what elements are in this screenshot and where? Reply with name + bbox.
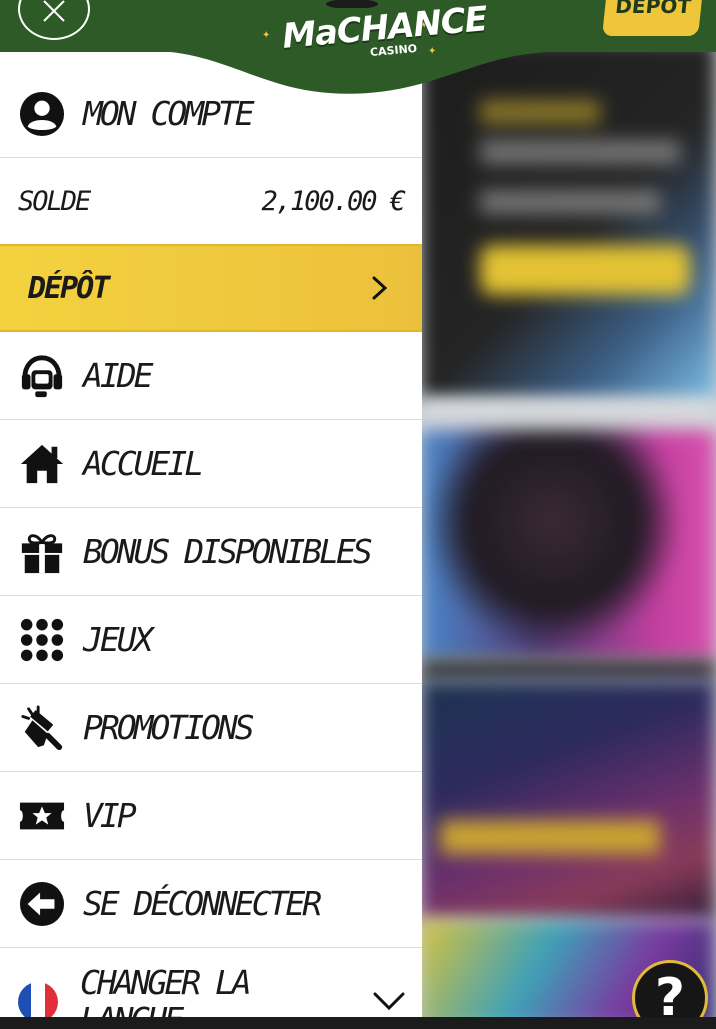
menu-item-games[interactable]: JEUX — [0, 596, 422, 684]
casino-logo[interactable]: ✦ ✦ ✦ MaCHANCE CASINO — [262, 0, 488, 70]
close-icon — [43, 0, 65, 22]
menu-item-label: VIP — [83, 796, 137, 835]
background-page — [420, 0, 716, 1029]
menu-item-label-line2: LANGUE — [80, 1000, 184, 1017]
menu-item-label: MON COMPTE — [83, 94, 255, 133]
chevron-right-icon — [372, 276, 388, 300]
logout-arrow-icon — [18, 880, 66, 928]
dots-grid-icon — [18, 616, 66, 664]
menu-item-label: ACCUEIL — [83, 444, 204, 483]
home-icon — [18, 440, 66, 488]
menu-item-label: SE DÉCONNECTER — [83, 884, 322, 923]
headset-icon — [18, 352, 66, 400]
menu-item-language[interactable]: CHANGER LA LANGUE — [0, 948, 422, 1017]
menu-item-label: AIDE — [83, 356, 154, 395]
menu-item-bonus[interactable]: BONUS DISPONIBLES — [0, 508, 422, 596]
megaphone-icon — [18, 704, 66, 752]
flag-fr-icon — [18, 982, 58, 1017]
balance-row: SOLDE 2,100.00 € — [0, 158, 422, 246]
game-card — [420, 430, 716, 660]
side-menu: MON COMPTE SOLDE 2,100.00 € DÉPÔT AIDE A… — [0, 52, 422, 1017]
gift-icon — [18, 528, 66, 576]
user-circle-icon — [18, 90, 66, 138]
menu-item-vip[interactable]: VIP — [0, 772, 422, 860]
menu-item-label: DÉPÔT — [28, 270, 110, 306]
menu-item-promotions[interactable]: PROMOTIONS — [0, 684, 422, 772]
menu-item-help[interactable]: AIDE — [0, 332, 422, 420]
menu-item-label: BONUS DISPONIBLES — [83, 532, 373, 571]
balance-value: 2,100.00 € — [261, 186, 406, 217]
menu-item-label: PROMOTIONS — [83, 708, 255, 747]
logo-subtitle: CASINO — [369, 41, 418, 60]
game-card — [420, 680, 716, 920]
balance-label: SOLDE — [18, 186, 91, 217]
hat-icon — [326, 0, 378, 8]
menu-item-home[interactable]: ACCUEIL — [0, 420, 422, 508]
ticket-star-icon — [18, 792, 66, 840]
bottom-bar — [0, 1017, 716, 1029]
chevron-down-icon[interactable] — [372, 988, 406, 1014]
menu-item-label: JEUX — [83, 620, 154, 659]
menu-item-label: CHANGER LA — [80, 963, 252, 1002]
menu-item-depot[interactable]: DÉPÔT — [0, 244, 422, 332]
menu-item-logout[interactable]: SE DÉCONNECTER — [0, 860, 422, 948]
header-depot-button[interactable]: DÉPÔT — [602, 0, 704, 36]
